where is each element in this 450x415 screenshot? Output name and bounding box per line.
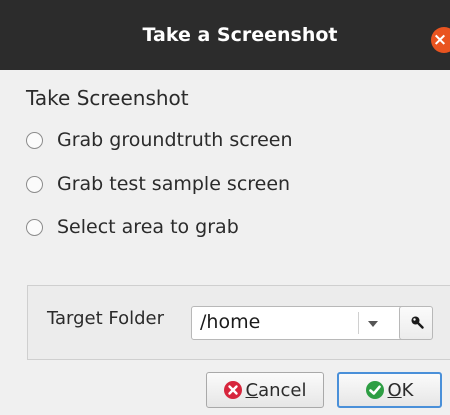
browse-folder-button[interactable] (399, 306, 433, 340)
radio-label: Grab groundtruth screen (57, 129, 293, 151)
dialog-window: Take a Screenshot × Take Screenshot Grab… (0, 0, 450, 415)
radio-select-area[interactable]: Select area to grab (26, 212, 239, 242)
radio-grab-test-sample[interactable]: Grab test sample screen (26, 169, 290, 199)
target-folder-frame: Target Folder /home (27, 285, 450, 360)
chevron-down-icon[interactable] (368, 321, 378, 327)
target-folder-value[interactable]: /home (200, 311, 260, 333)
radio-circle-icon[interactable] (26, 175, 43, 193)
ok-label: K (401, 379, 414, 401)
radio-grab-groundtruth[interactable]: Grab groundtruth screen (26, 125, 293, 155)
combo-separator (358, 312, 359, 334)
radio-label: Grab test sample screen (57, 173, 291, 195)
radio-circle-icon[interactable] (26, 131, 43, 149)
ok-mnemonic: O (387, 379, 402, 401)
dialog-body: Take Screenshot Grab groundtruth screen … (0, 70, 450, 415)
radio-label: Select area to grab (57, 216, 239, 238)
cancel-button[interactable]: Cancel (206, 372, 324, 408)
target-folder-combo[interactable]: /home (191, 306, 408, 340)
cancel-mnemonic: C (245, 379, 259, 401)
close-icon[interactable]: × (431, 27, 450, 53)
radio-circle-icon[interactable] (26, 218, 43, 236)
target-folder-label: Target Folder (47, 308, 165, 329)
group-title: Take Screenshot (26, 86, 189, 110)
cancel-icon (223, 381, 242, 399)
magnifier-icon (411, 316, 424, 329)
checkmark-icon (365, 381, 384, 399)
window-title: Take a Screenshot (142, 24, 338, 46)
cancel-label: ancel (258, 379, 307, 401)
ok-button[interactable]: OK (337, 372, 442, 408)
title-bar: Take a Screenshot × (0, 0, 450, 70)
